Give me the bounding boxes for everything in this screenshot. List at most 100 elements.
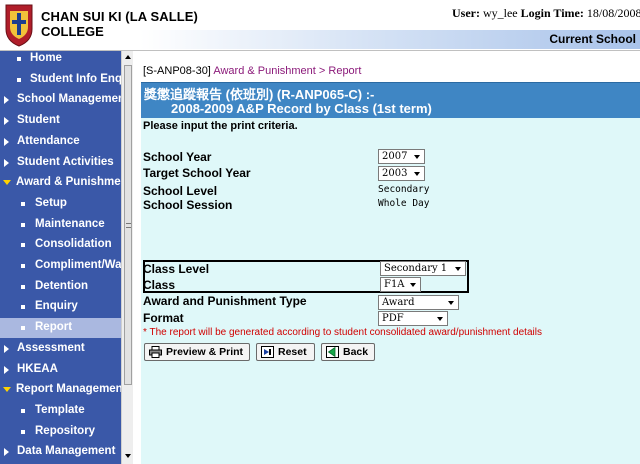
- sidebar-item-label: Award & Punishment: [16, 176, 121, 188]
- bullet-icon: [21, 202, 25, 206]
- back-label: Back: [343, 346, 369, 358]
- sidebar-item-label: Report Management: [16, 383, 121, 395]
- printer-icon: [149, 346, 162, 358]
- format-label: Format: [143, 311, 184, 325]
- format-select[interactable]: PDF: [378, 311, 448, 326]
- school-year-select[interactable]: 2007: [378, 149, 425, 164]
- back-arrow-icon: [326, 346, 339, 358]
- bullet-icon: [21, 264, 25, 268]
- format-value: PDF: [382, 313, 404, 324]
- sidebar-item-award-punishment[interactable]: Award & Punishment: [0, 173, 121, 193]
- chevron-right-icon: [4, 448, 9, 456]
- bullet-icon: [21, 285, 25, 289]
- user-label: User:: [452, 6, 480, 20]
- bullet-icon: [21, 430, 25, 434]
- sidebar-item-compliment-warning[interactable]: Compliment/Warning: [0, 256, 121, 276]
- sidebar-item-enquiry[interactable]: Enquiry: [0, 297, 121, 317]
- bullet-icon: [17, 78, 21, 82]
- login-time-value: 18/08/2008: [586, 6, 640, 20]
- preview-print-button[interactable]: Preview & Print: [144, 343, 250, 361]
- scroll-thumb[interactable]: [124, 65, 132, 385]
- sidebar-item-student[interactable]: Student: [0, 111, 121, 131]
- sidebar-nav: Home Student Info Enquiry School Managemen…: [0, 51, 121, 464]
- sidebar-item-data-management[interactable]: Data Management: [0, 442, 121, 462]
- sidebar-item-repository[interactable]: Repository: [0, 422, 121, 442]
- class-level-value: Secondary 1: [384, 263, 448, 274]
- target-school-year-value: 2003: [382, 168, 408, 179]
- school-year-value: 2007: [382, 151, 408, 162]
- sidebar-item-consolidation[interactable]: Consolidation: [0, 235, 121, 255]
- sidebar-item-label: Setup: [35, 197, 67, 209]
- sidebar-item-label: Report: [35, 321, 73, 333]
- school-session-label: School Session: [143, 198, 233, 212]
- sidebar-item-label: Template: [35, 404, 85, 416]
- sidebar-item-student-info-enquiry[interactable]: Student Info Enquiry: [0, 70, 121, 90]
- back-button[interactable]: Back: [321, 343, 375, 361]
- sidebar-item-label: Repository: [35, 425, 96, 437]
- report-note: * The report will be generated according…: [143, 327, 542, 338]
- main-content: [S-ANP08-30] Award & Punishment > Report…: [133, 51, 640, 464]
- sidebar-item-label: Detention: [35, 280, 89, 292]
- school-crest-logo: [5, 4, 33, 47]
- reset-label: Reset: [278, 346, 307, 358]
- chevron-down-icon: [448, 301, 454, 305]
- chevron-right-icon: [4, 366, 9, 374]
- target-school-year-select[interactable]: 2003: [378, 166, 425, 181]
- chevron-down-icon: [3, 387, 11, 392]
- sidebar-item-student-activities[interactable]: Student Activities: [0, 153, 121, 173]
- chevron-right-icon: [4, 138, 9, 146]
- chevron-down-icon: [410, 283, 416, 287]
- sidebar-item-template[interactable]: Template: [0, 401, 121, 421]
- print-criteria-form: Please input the print criteria. School …: [141, 118, 640, 464]
- sidebar-item-attendance[interactable]: Attendance: [0, 132, 121, 152]
- sidebar-item-label: Maintenance: [35, 218, 105, 230]
- chevron-right-icon: [4, 345, 9, 353]
- reset-button[interactable]: Reset: [256, 343, 315, 361]
- class-value: F1A: [384, 279, 405, 290]
- school-level-value: Secondary: [378, 184, 430, 195]
- sidebar-item-report[interactable]: Report: [0, 318, 121, 338]
- chevron-down-icon: [414, 172, 420, 176]
- school-year-label: School Year: [143, 150, 212, 164]
- chevron-right-icon: [4, 96, 9, 104]
- sidebar-item-maintenance[interactable]: Maintenance: [0, 215, 121, 235]
- sidebar-scrollbar[interactable]: [121, 51, 133, 464]
- preview-print-label: Preview & Print: [166, 346, 244, 358]
- sidebar-item-label: Data Management: [17, 445, 116, 457]
- sidebar-item-label: Student Activities: [17, 156, 114, 168]
- target-school-year-label: Target School Year: [143, 166, 251, 180]
- school-name-line1: CHAN SUI KI (LA SALLE): [41, 9, 198, 24]
- breadcrumb-path[interactable]: Award & Punishment > Report: [213, 65, 361, 77]
- bullet-icon: [21, 409, 25, 413]
- bullet-icon: [21, 243, 25, 247]
- sidebar-item-label: Assessment: [17, 342, 85, 354]
- sidebar-item-report-management[interactable]: Report Management: [0, 380, 121, 400]
- header-bar: Current School: [140, 30, 640, 49]
- sidebar-item-label: Attendance: [17, 135, 80, 147]
- form-instruction: Please input the print criteria.: [143, 120, 298, 132]
- current-school-label[interactable]: Current School: [549, 32, 636, 46]
- award-type-select[interactable]: Award: [378, 295, 459, 310]
- award-type-value: Award: [382, 297, 415, 308]
- school-name-line2: COLLEGE: [41, 24, 104, 39]
- scroll-grip-icon: [126, 223, 131, 228]
- chevron-right-icon: [4, 159, 9, 167]
- sidebar-item-assessment[interactable]: Assessment: [0, 339, 121, 359]
- chevron-down-icon: [3, 180, 11, 185]
- user-login-info: User: wy_lee Login Time: 18/08/2008: [452, 6, 640, 21]
- class-level-select[interactable]: Secondary 1: [380, 261, 466, 276]
- chevron-right-icon: [4, 117, 9, 125]
- sidebar-item-school-management[interactable]: School Management: [0, 90, 121, 110]
- bullet-icon: [21, 326, 25, 330]
- sidebar-item-setup[interactable]: Setup: [0, 194, 121, 214]
- class-select[interactable]: F1A: [380, 277, 421, 292]
- login-time-label: Login Time:: [520, 6, 584, 20]
- sidebar-item-home[interactable]: Home: [0, 51, 121, 69]
- chevron-down-icon: [455, 267, 461, 271]
- bullet-icon: [17, 57, 21, 61]
- chevron-down-icon: [437, 317, 443, 321]
- sidebar-item-label: Consolidation: [35, 238, 112, 250]
- sidebar-item-detention[interactable]: Detention: [0, 277, 121, 297]
- sidebar-item-hkeaa[interactable]: HKEAA: [0, 360, 121, 380]
- sidebar-item-label: Student: [17, 114, 60, 126]
